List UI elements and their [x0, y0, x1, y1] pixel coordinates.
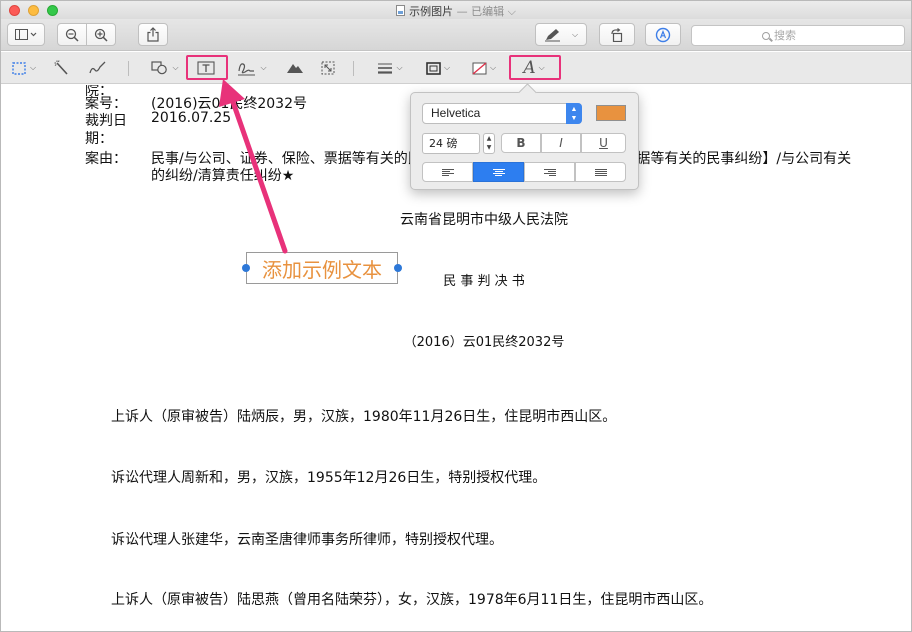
font-size-stepper[interactable]: ▲ ▼: [483, 133, 495, 154]
line-style-tool[interactable]: ⌵: [373, 57, 407, 79]
shapes-icon: [151, 61, 168, 75]
chevron-down-icon: ⌵: [260, 63, 267, 72]
rotate-icon: [611, 27, 623, 42]
align-center-icon: [492, 168, 505, 176]
search-input[interactable]: [774, 29, 834, 42]
align-left-button[interactable]: [422, 162, 473, 182]
annotate-button[interactable]: [645, 23, 681, 46]
meta-label: 裁判日: [85, 113, 127, 129]
italic-button[interactable]: I: [541, 133, 581, 153]
font-size-field[interactable]: 24 磅: [422, 133, 480, 154]
align-right-icon: [543, 168, 556, 176]
font-family-select[interactable]: Helvetica ▲ ▼: [422, 103, 582, 124]
fill-color-tool[interactable]: ⌵: [467, 57, 501, 79]
added-text-box[interactable]: 添加示例文本: [242, 252, 402, 284]
chevron-down-icon: ⌵: [396, 63, 403, 72]
font-color-swatch[interactable]: [596, 105, 626, 121]
border-color-tool[interactable]: ⌵: [421, 57, 455, 79]
document-type: 民 事 判 决 书: [443, 274, 525, 289]
window-title-area[interactable]: 示例图片 — 已编辑 ⌵: [1, 3, 911, 19]
border-color-icon: [426, 61, 441, 75]
align-justify-icon: [594, 168, 607, 176]
party-paragraph: 上诉人（原审被告）陆炳辰，男，汉族，1980年11月26日生，住昆明市西山区。: [111, 409, 617, 425]
title-bar: 示例图片 — 已编辑 ⌵: [1, 1, 911, 19]
adjust-size-tool[interactable]: [317, 57, 339, 79]
window-title: 示例图片: [409, 5, 454, 18]
edit-status: — 已编辑 ⌵: [456, 5, 516, 18]
party-paragraph: 诉讼代理人张建华，云南圣唐律师事务所律师，特别授权代理。: [111, 532, 503, 548]
meta-label: 期：: [85, 131, 113, 147]
zoom-out-button[interactable]: [57, 23, 87, 46]
meta-label: 案由：: [85, 151, 127, 167]
align-right-button[interactable]: [524, 162, 575, 182]
zoom-in-button[interactable]: [86, 23, 116, 46]
annotation-icon: [655, 27, 671, 42]
chevron-down-icon: ⌵: [571, 29, 579, 39]
toolbar-separator: [128, 61, 129, 76]
search-field[interactable]: [691, 25, 905, 46]
main-toolbar: ⌵: [1, 19, 911, 51]
preview-window: 示例图片 — 已编辑 ⌵ ⌵ 搜索 ⌵ ⌵ ⌵ ⌵ ⌵ ⌵ A ⌵ 院： 案号：…: [0, 0, 912, 632]
sidebar-icon: [15, 28, 37, 40]
sketch-tool[interactable]: [85, 57, 111, 79]
toolbar-separator: [353, 61, 354, 76]
text-tool-highlight: [186, 55, 228, 80]
court-name: 云南省昆明市中级人民法院: [400, 212, 568, 228]
resize-icon: [321, 61, 335, 75]
resize-handle-left[interactable]: [242, 264, 250, 272]
markup-toolbar-button[interactable]: ⌵: [535, 23, 587, 46]
chevron-down-icon: ⌵: [29, 63, 37, 72]
underline-button[interactable]: U: [581, 133, 626, 153]
fill-color-icon: [472, 61, 487, 75]
party-paragraph: 诉讼代理人周新和，男，汉族，1955年12月26日生，特别授权代理。: [111, 470, 547, 486]
meta-value: 2016.07.25: [151, 110, 232, 126]
rect-selection-icon: [12, 61, 26, 75]
zoom-out-icon: [65, 28, 79, 42]
font-family-value: Helvetica: [431, 106, 481, 120]
shapes-tool[interactable]: ⌵: [147, 57, 183, 79]
meta-value-continued: 的纠纷/清算责任纠纷★: [151, 168, 295, 184]
chevron-down-icon: ⌵: [443, 63, 451, 72]
sign-tool[interactable]: ⌵: [233, 57, 271, 79]
text-box-content[interactable]: 添加示例文本: [262, 254, 382, 283]
font-popover: Helvetica ▲ ▼ 24 磅 ▲ ▼ B I U: [410, 92, 639, 190]
chevron-down-icon: ⌵: [489, 63, 497, 72]
zoom-in-icon: [94, 28, 108, 42]
case-number: （2016）云01民终2032号: [403, 335, 565, 350]
text-style-highlight: [509, 55, 561, 80]
pen-icon: [544, 28, 560, 41]
adjust-color-tool[interactable]: [283, 57, 307, 79]
markup-toolbar: ⌵ ⌵ ⌵ ⌵ ⌵ ⌵ A ⌵: [1, 52, 911, 84]
rotate-button[interactable]: [599, 23, 635, 46]
signature-icon: [238, 62, 256, 75]
sidebar-toggle-button[interactable]: [7, 23, 45, 46]
magic-wand-icon: [54, 60, 68, 75]
party-paragraph: 上诉人（原审被告）陆思燕（曾用名陆荣芬），女，汉族，1978年6月11日生，住昆…: [111, 592, 713, 608]
share-button[interactable]: [138, 23, 168, 46]
updown-chevron-icon[interactable]: ▲ ▼: [566, 103, 582, 124]
search-icon: [762, 31, 770, 40]
selection-tool[interactable]: ⌵: [7, 57, 41, 79]
bold-button[interactable]: B: [501, 133, 541, 153]
resize-handle-right[interactable]: [394, 264, 402, 272]
align-center-button[interactable]: [473, 162, 524, 182]
align-left-icon: [441, 168, 454, 176]
instant-alpha-tool[interactable]: [51, 57, 73, 79]
image-document-icon: [396, 5, 406, 16]
adjust-color-icon: [287, 64, 303, 73]
align-justify-button[interactable]: [575, 162, 626, 182]
line-style-icon: [378, 63, 393, 74]
share-icon: [147, 27, 159, 42]
sketch-icon: [89, 61, 106, 74]
chevron-down-icon: ⌵: [172, 63, 179, 72]
